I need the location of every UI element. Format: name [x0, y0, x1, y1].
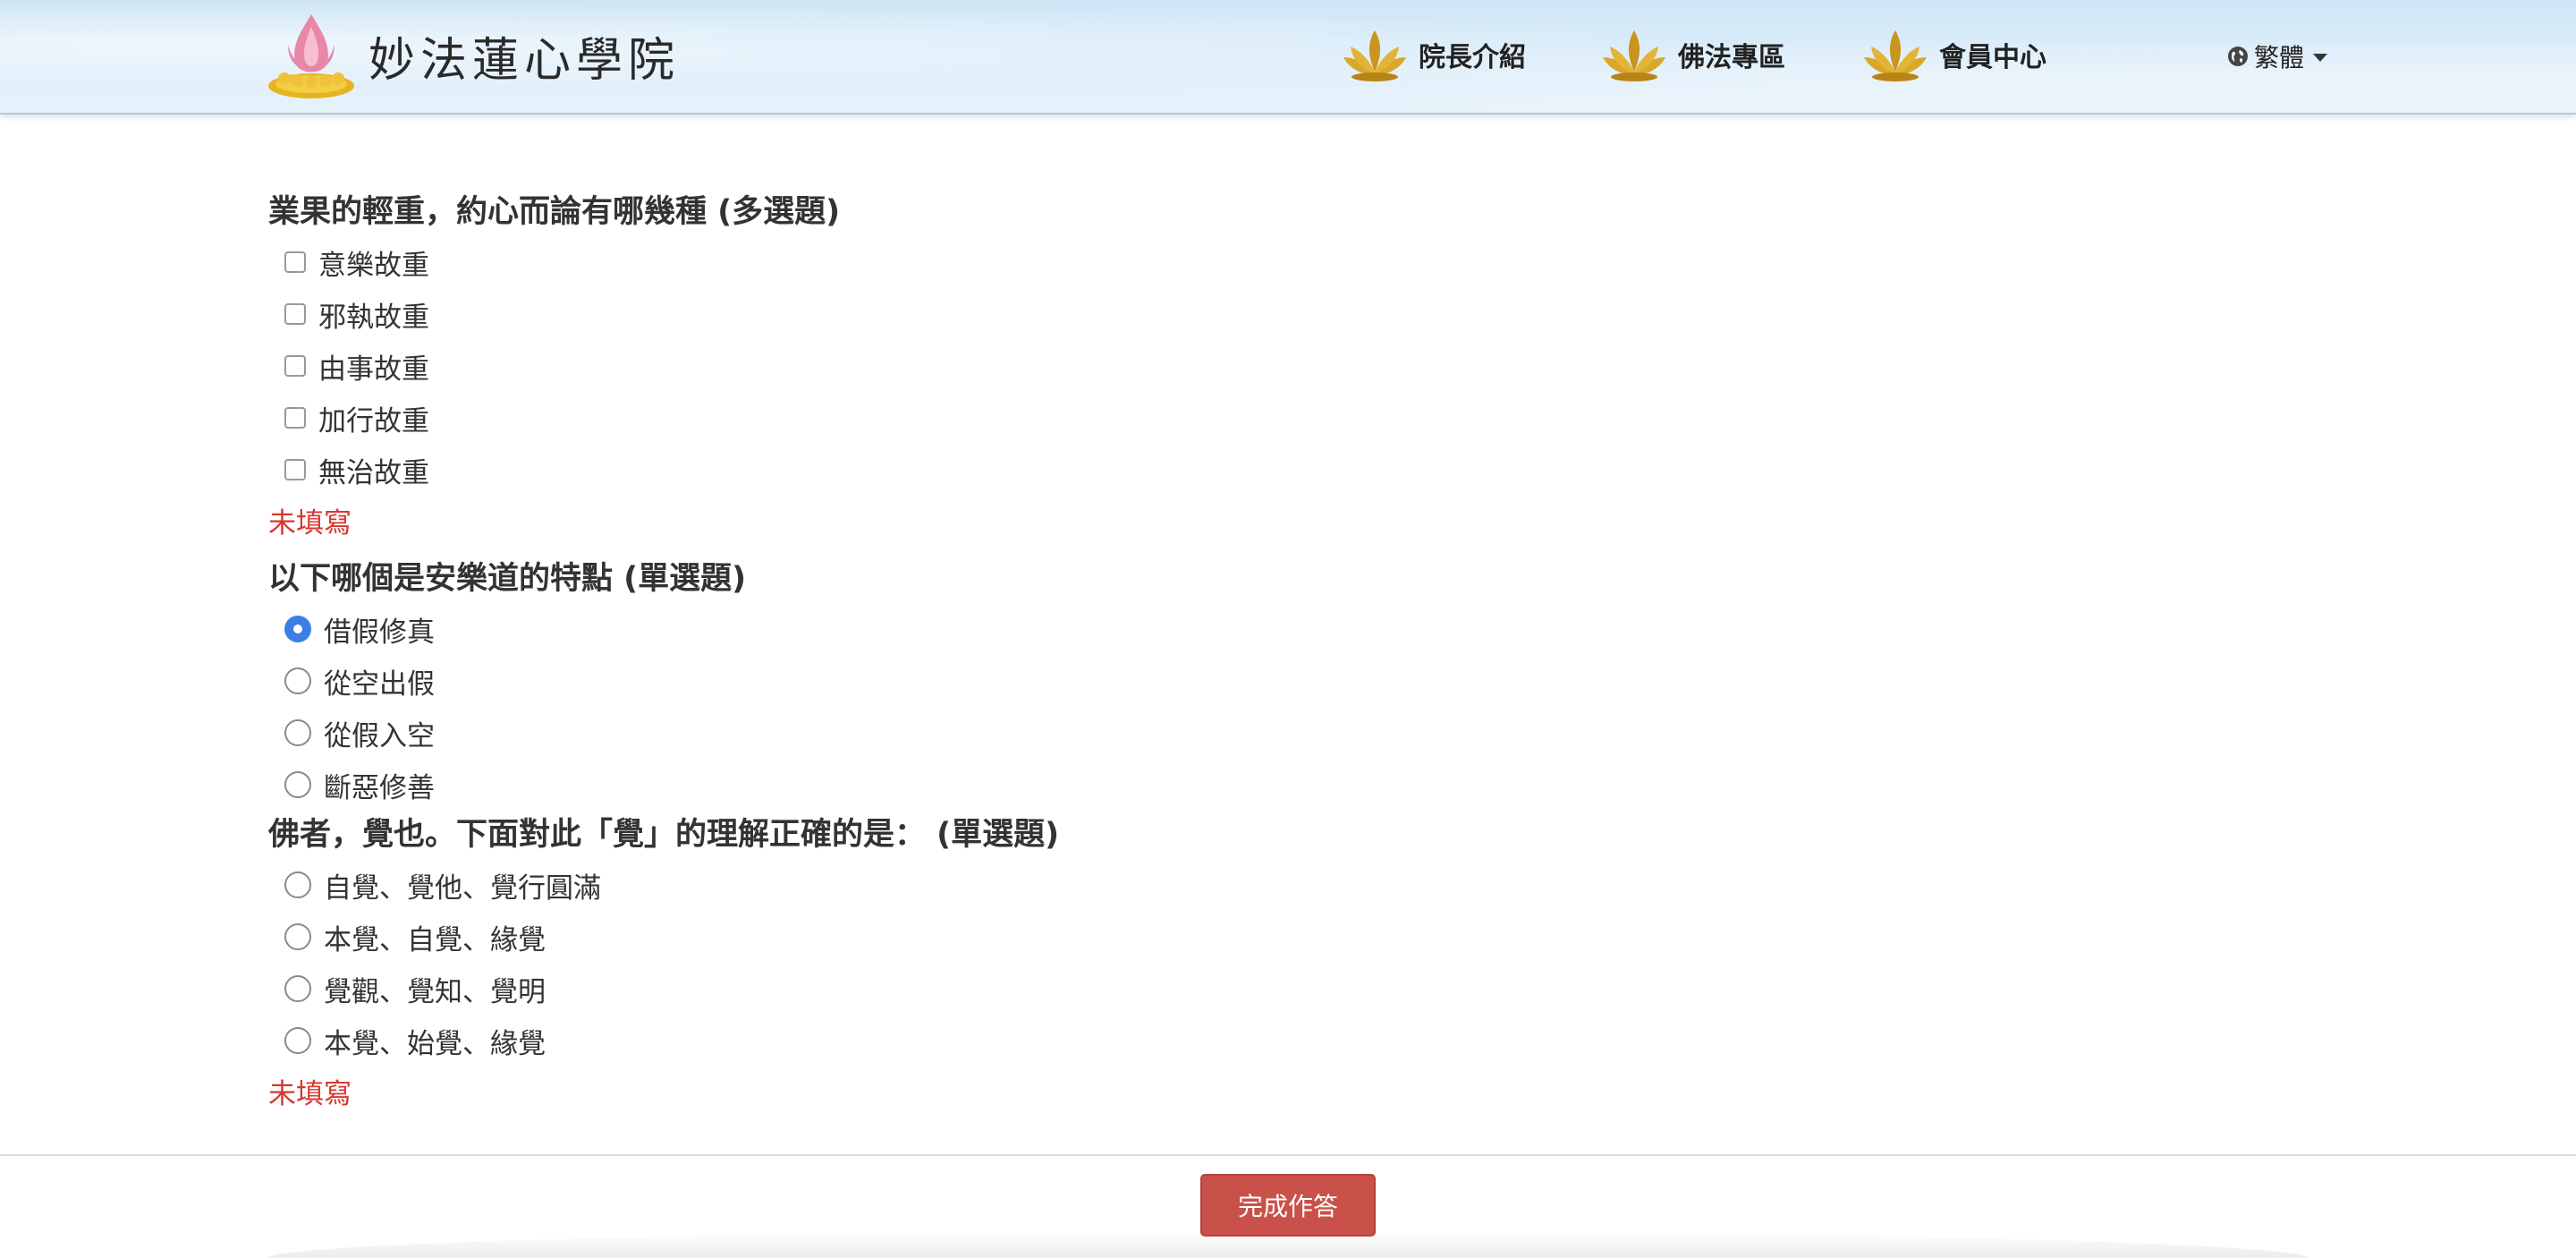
- nav-item-member[interactable]: 會員中心: [1859, 23, 2046, 86]
- radio-button[interactable]: [284, 975, 311, 1002]
- option-checkbox[interactable]: 無治故重: [268, 444, 2236, 496]
- question-title: 佛者，覺也。下面對此「覺」的理解正確的是： (單選題): [268, 817, 1060, 853]
- checkbox[interactable]: [284, 303, 306, 325]
- nav-item-director[interactable]: 院長介紹: [1338, 23, 1526, 86]
- question-3: 佛者，覺也。下面對此「覺」的理解正確的是： (單選題) 自覺、覺他、覺行圓滿 本…: [268, 811, 2236, 1122]
- validation-error: 未填寫: [268, 507, 352, 540]
- site-name: 妙法蓮心學院: [369, 33, 681, 88]
- quiz-form: 業果的輕重，約心而論有哪幾種 (多選題) 意樂故重 邪執故重 由事故重 加行故重…: [268, 188, 2236, 1122]
- radio-button[interactable]: [284, 667, 311, 694]
- radio-button[interactable]: [284, 923, 311, 950]
- option-label: 自覺、覺他、覺行圓滿: [324, 871, 601, 905]
- language-label: 繁體: [2254, 43, 2305, 72]
- lotus-icon: [1864, 30, 1927, 81]
- checkbox[interactable]: [284, 459, 306, 480]
- lotus-flame-logo-icon: [268, 14, 354, 98]
- option-checkbox[interactable]: 意樂故重: [268, 236, 2236, 288]
- option-label: 加行故重: [318, 404, 429, 438]
- option-radio[interactable]: 借假修真: [268, 603, 2236, 655]
- option-checkbox[interactable]: 加行故重: [268, 392, 2236, 444]
- option-label: 覺觀、覺知、覺明: [324, 975, 546, 1008]
- radio-button-selected[interactable]: [284, 616, 311, 642]
- option-checkbox[interactable]: 邪執故重: [268, 288, 2236, 340]
- submit-button[interactable]: 完成作答: [1200, 1174, 1376, 1237]
- caret-down-icon: [2313, 54, 2328, 62]
- question-title: 業果的輕重，約心而論有哪幾種 (多選題): [268, 194, 841, 230]
- radio-button[interactable]: [284, 771, 311, 798]
- option-label: 從空出假: [324, 667, 435, 701]
- language-dropdown[interactable]: 繁體: [2227, 36, 2328, 77]
- nav-item-dharma[interactable]: 佛法專區: [1597, 23, 1785, 86]
- option-label: 本覺、自覺、緣覺: [324, 923, 546, 956]
- option-checkbox[interactable]: 由事故重: [268, 340, 2236, 392]
- option-label: 意樂故重: [318, 249, 429, 282]
- checkbox[interactable]: [284, 355, 306, 377]
- question-title: 以下哪個是安樂道的特點 (單選題): [268, 561, 747, 597]
- site-header: 妙法蓮心學院 院長介紹 佛法專區 會員中心 繁體: [0, 0, 2576, 115]
- option-radio[interactable]: 斷惡修善: [268, 759, 2236, 811]
- option-label: 斷惡修善: [324, 771, 435, 804]
- option-label: 本覺、始覺、緣覺: [324, 1027, 546, 1060]
- option-label: 由事故重: [318, 353, 429, 386]
- lotus-icon: [1343, 30, 1406, 81]
- radio-button[interactable]: [284, 719, 311, 746]
- globe-icon: [2228, 47, 2248, 66]
- submit-bar: 完成作答: [0, 1154, 2576, 1258]
- option-radio[interactable]: 本覺、始覺、緣覺: [268, 1015, 2236, 1067]
- option-radio[interactable]: 自覺、覺他、覺行圓滿: [268, 859, 2236, 911]
- option-label: 無治故重: [318, 456, 429, 489]
- option-radio[interactable]: 從空出假: [268, 655, 2236, 707]
- nav-label: 院長介紹: [1419, 42, 1526, 73]
- option-label: 借假修真: [324, 616, 435, 649]
- site-logo[interactable]: 妙法蓮心學院: [265, 9, 680, 102]
- nav-label: 會員中心: [1939, 42, 2046, 73]
- nav-label: 佛法專區: [1678, 42, 1785, 73]
- radio-button[interactable]: [284, 871, 311, 898]
- option-radio[interactable]: 從假入空: [268, 707, 2236, 759]
- lotus-icon: [1603, 30, 1665, 81]
- checkbox[interactable]: [284, 407, 306, 429]
- question-1: 業果的輕重，約心而論有哪幾種 (多選題) 意樂故重 邪執故重 由事故重 加行故重…: [268, 188, 2236, 551]
- option-label: 邪執故重: [318, 301, 429, 334]
- option-radio[interactable]: 覺觀、覺知、覺明: [268, 963, 2236, 1015]
- radio-button[interactable]: [284, 1027, 311, 1054]
- question-2: 以下哪個是安樂道的特點 (單選題) 借假修真 從空出假 從假入空 斷惡修善: [268, 555, 2236, 811]
- option-radio[interactable]: 本覺、自覺、緣覺: [268, 911, 2236, 963]
- checkbox[interactable]: [284, 251, 306, 273]
- validation-error: 未填寫: [268, 1078, 352, 1110]
- option-label: 從假入空: [324, 719, 435, 752]
